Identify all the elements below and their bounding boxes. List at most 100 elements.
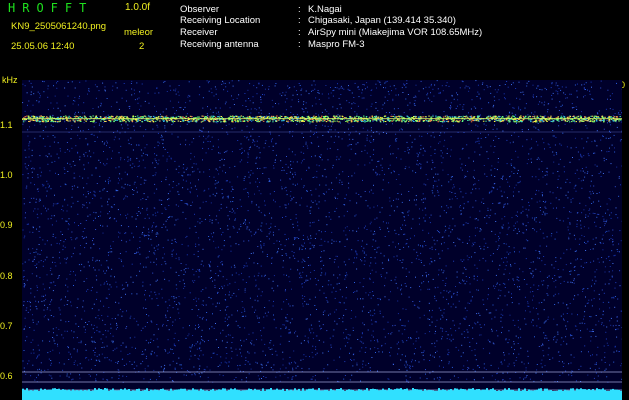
noise-dot bbox=[551, 82, 553, 84]
noise-dot bbox=[22, 263, 24, 265]
noise-dot bbox=[612, 325, 614, 327]
noise-dot bbox=[364, 88, 366, 90]
noise-dot bbox=[511, 159, 513, 161]
noise-dot bbox=[369, 277, 371, 279]
noise-dot bbox=[560, 257, 562, 259]
noise-dot bbox=[123, 198, 125, 200]
noise-dot bbox=[583, 155, 585, 157]
noise-dot bbox=[146, 209, 148, 211]
noise-dot bbox=[142, 159, 144, 161]
noise-dot bbox=[427, 92, 429, 94]
noise-dot bbox=[361, 150, 363, 152]
noise-dot bbox=[85, 322, 87, 323]
noise-dot bbox=[301, 108, 303, 110]
noise-dot bbox=[598, 293, 600, 295]
noise-dot bbox=[182, 211, 184, 213]
noise-dot bbox=[27, 311, 29, 313]
noise-dot bbox=[278, 229, 280, 231]
noise-dot bbox=[387, 378, 389, 380]
noise-dot bbox=[510, 163, 512, 165]
noise-dot bbox=[261, 275, 263, 277]
noise-dot bbox=[584, 345, 586, 347]
noise-dot bbox=[99, 123, 101, 125]
noise-dot bbox=[451, 366, 453, 368]
noise-dot bbox=[245, 188, 247, 190]
noise-dot bbox=[576, 83, 578, 85]
noise-dot bbox=[148, 342, 149, 344]
noise-dot bbox=[328, 212, 330, 214]
noise-dot bbox=[530, 158, 532, 160]
noise-dot bbox=[173, 343, 175, 345]
noise-dot bbox=[190, 158, 192, 160]
noise-dot bbox=[584, 95, 586, 97]
noise-dot bbox=[464, 87, 466, 89]
noise-dot bbox=[222, 196, 224, 198]
noise-dot bbox=[500, 313, 502, 315]
noise-dot bbox=[74, 360, 76, 362]
noise-dot bbox=[401, 87, 403, 89]
noise-dot bbox=[25, 212, 26, 214]
noise-dot bbox=[570, 335, 572, 337]
noise-dot bbox=[309, 264, 311, 266]
noise-dot bbox=[274, 162, 276, 163]
noise-dot bbox=[395, 198, 397, 200]
noise-dot bbox=[136, 275, 138, 277]
noise-dot bbox=[269, 212, 270, 214]
noise-dot bbox=[156, 232, 158, 234]
noise-dot bbox=[97, 106, 99, 108]
noise-dot bbox=[259, 152, 261, 154]
noise-dot bbox=[570, 201, 572, 203]
noise-dot bbox=[291, 198, 293, 200]
noise-dot bbox=[409, 365, 411, 367]
noise-dot bbox=[209, 215, 211, 216]
noise-dot bbox=[542, 284, 544, 286]
noise-dot bbox=[438, 269, 440, 271]
noise-dot bbox=[422, 245, 424, 247]
noise-dot bbox=[312, 201, 314, 203]
noise-dot bbox=[414, 138, 416, 140]
noise-dot bbox=[338, 136, 340, 138]
noise-dot bbox=[244, 288, 246, 289]
noise-dot bbox=[200, 290, 202, 292]
noise-dot bbox=[189, 192, 191, 194]
noise-dot bbox=[90, 247, 92, 249]
noise-dot bbox=[569, 271, 571, 272]
noise-dot bbox=[276, 240, 278, 242]
noise-dot bbox=[618, 112, 620, 114]
noise-dot bbox=[539, 89, 541, 90]
noise-dot bbox=[114, 136, 116, 138]
noise-dot bbox=[393, 199, 394, 201]
noise-dot bbox=[106, 163, 108, 165]
noise-dot bbox=[77, 104, 79, 106]
noise-dot bbox=[164, 349, 166, 351]
noise-dot bbox=[610, 324, 612, 326]
noise-dot bbox=[25, 120, 27, 122]
noise-dot bbox=[269, 238, 270, 240]
noise-dot bbox=[108, 359, 110, 361]
noise-dot bbox=[523, 279, 525, 280]
noise-dot bbox=[119, 173, 121, 175]
noise-dot bbox=[129, 107, 131, 109]
noise-dot bbox=[238, 244, 240, 246]
noise-dot bbox=[190, 182, 191, 184]
noise-dot bbox=[402, 259, 404, 261]
noise-dot bbox=[175, 271, 177, 273]
noise-dot bbox=[238, 274, 240, 276]
noise-dot bbox=[179, 280, 181, 282]
noise-dot bbox=[394, 324, 396, 326]
noise-dot bbox=[532, 291, 534, 292]
noise-dot bbox=[118, 138, 120, 140]
noise-dot bbox=[414, 95, 416, 97]
noise-dot bbox=[96, 326, 98, 328]
noise-dot bbox=[214, 286, 216, 288]
noise-dot bbox=[289, 132, 291, 134]
noise-dot bbox=[96, 355, 98, 357]
spectrogram-plot[interactable] bbox=[22, 80, 622, 400]
noise-dot bbox=[161, 227, 163, 228]
noise-dot bbox=[63, 363, 65, 365]
noise-dot bbox=[519, 176, 521, 178]
noise-dot bbox=[131, 263, 133, 265]
noise-dot bbox=[185, 144, 186, 146]
noise-dot bbox=[356, 230, 358, 232]
noise-dot bbox=[335, 255, 337, 257]
